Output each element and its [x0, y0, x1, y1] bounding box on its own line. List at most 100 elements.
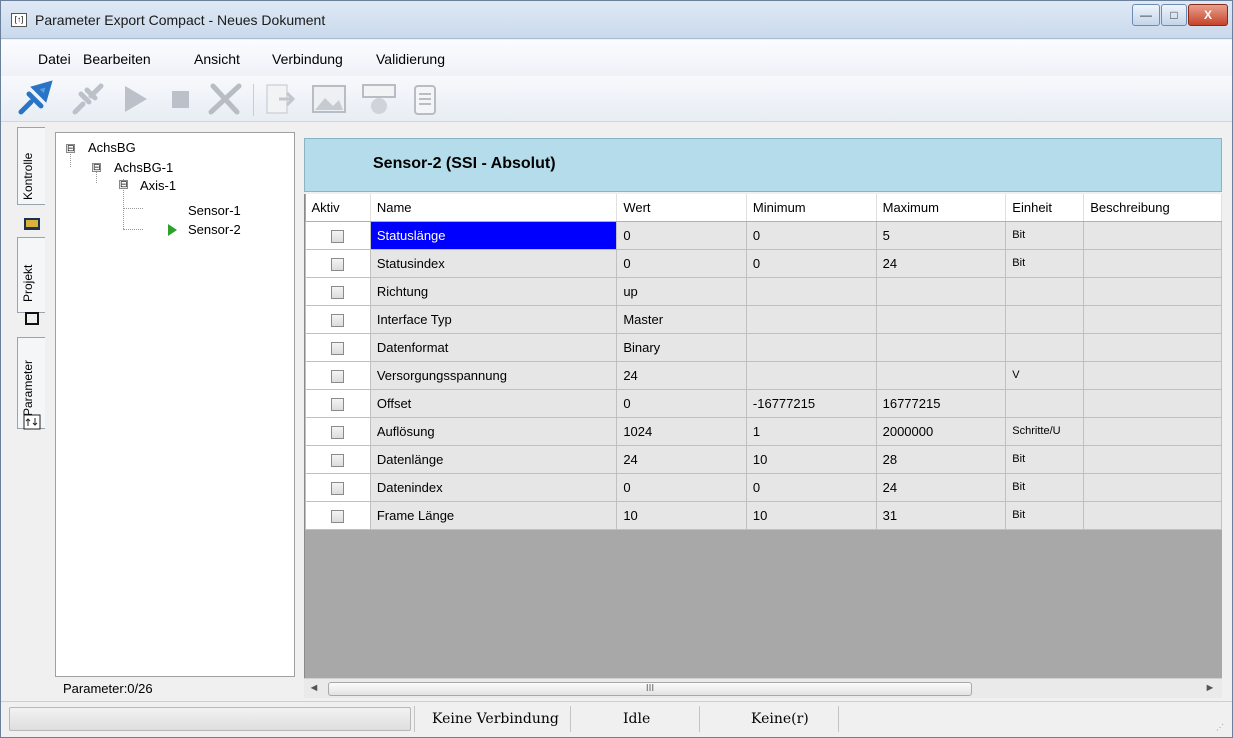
cell-wert[interactable]: 10: [616, 500, 747, 530]
cell-maximum[interactable]: [875, 360, 1007, 390]
cell-name[interactable]: Interface Typ: [369, 304, 618, 334]
tree-node-achsbg[interactable]: AchsBG: [88, 140, 136, 155]
tree-node-axis-1[interactable]: Axis-1: [140, 178, 176, 193]
tree-expander-axis-1[interactable]: ⊟: [119, 180, 128, 189]
aktiv-checkbox[interactable]: [305, 332, 371, 362]
cell-minimum[interactable]: 0: [745, 248, 877, 278]
cell-beschreibung[interactable]: [1083, 500, 1222, 530]
cell-einheit[interactable]: [1005, 388, 1085, 418]
cell-wert[interactable]: 0: [616, 220, 747, 250]
cell-name[interactable]: Datenindex: [369, 472, 618, 502]
cell-beschreibung[interactable]: [1083, 444, 1222, 474]
cell-maximum[interactable]: 24: [875, 472, 1007, 502]
tree-node-sensor-2[interactable]: Sensor-2: [188, 222, 241, 237]
cell-wert[interactable]: 0: [616, 248, 747, 278]
cell-minimum[interactable]: -16777215: [745, 388, 877, 418]
tree-node-achsbg-1[interactable]: AchsBG-1: [114, 160, 173, 175]
aktiv-checkbox[interactable]: [305, 444, 371, 474]
table-row[interactable]: Offset 0 -16777215 16777215: [305, 388, 1222, 418]
cell-einheit[interactable]: Bit: [1005, 248, 1085, 278]
cell-name[interactable]: Offset: [369, 388, 618, 418]
aktiv-checkbox[interactable]: [305, 304, 371, 334]
cell-wert[interactable]: 24: [616, 444, 747, 474]
cell-beschreibung[interactable]: [1083, 360, 1222, 390]
cell-wert[interactable]: Binary: [616, 332, 747, 362]
checkbox[interactable]: [331, 369, 345, 383]
cell-wert[interactable]: up: [616, 276, 747, 306]
checkbox[interactable]: [331, 509, 345, 523]
aktiv-checkbox[interactable]: [305, 472, 371, 502]
cell-wert[interactable]: Master: [616, 304, 747, 334]
cell-beschreibung[interactable]: [1083, 388, 1222, 418]
checkbox[interactable]: [331, 341, 345, 355]
table-row[interactable]: Statuslänge 0 0 5 Bit: [305, 220, 1222, 250]
checkbox[interactable]: [331, 229, 345, 243]
menu-ansicht[interactable]: Ansicht: [194, 51, 240, 67]
aktiv-checkbox[interactable]: [305, 360, 371, 390]
cell-maximum[interactable]: [875, 304, 1007, 334]
cell-beschreibung[interactable]: [1083, 304, 1222, 334]
tab-parameter[interactable]: Parameter: [17, 337, 45, 430]
tab-kontrolle[interactable]: Kontrolle: [17, 127, 45, 230]
aktiv-checkbox[interactable]: [305, 416, 371, 446]
stop-icon[interactable]: [161, 80, 201, 118]
checkbox[interactable]: [331, 397, 345, 411]
cell-name[interactable]: Datenlänge: [369, 444, 618, 474]
cell-name[interactable]: Datenformat: [369, 332, 618, 362]
table-row[interactable]: Datenlänge 24 10 28 Bit: [305, 444, 1222, 474]
cell-name[interactable]: Statusindex: [369, 248, 618, 278]
cell-minimum[interactable]: 0: [745, 220, 877, 250]
cell-einheit[interactable]: V: [1005, 360, 1085, 390]
menu-validierung[interactable]: Validierung: [376, 51, 445, 67]
menu-datei[interactable]: Datei: [38, 51, 71, 67]
cell-einheit[interactable]: [1005, 304, 1085, 334]
column-header-maximum[interactable]: Maximum: [876, 194, 1007, 222]
cell-maximum[interactable]: [875, 276, 1007, 306]
cell-beschreibung[interactable]: [1083, 472, 1222, 502]
cell-einheit[interactable]: [1005, 276, 1085, 306]
cell-maximum[interactable]: 16777215: [875, 388, 1007, 418]
cell-name[interactable]: Versorgungsspannung: [369, 360, 618, 390]
cell-name[interactable]: Richtung: [369, 276, 618, 306]
device-icon[interactable]: [359, 80, 399, 118]
cell-maximum[interactable]: 28: [875, 444, 1007, 474]
cell-minimum[interactable]: 10: [745, 444, 877, 474]
cell-wert[interactable]: 1024: [616, 416, 747, 446]
checkbox[interactable]: [331, 481, 345, 495]
cell-maximum[interactable]: [875, 332, 1007, 362]
checkbox[interactable]: [331, 453, 345, 467]
cell-beschreibung[interactable]: [1083, 276, 1222, 306]
cell-maximum[interactable]: 31: [875, 500, 1007, 530]
cell-beschreibung[interactable]: [1083, 248, 1222, 278]
cell-maximum[interactable]: 5: [875, 220, 1007, 250]
cell-einheit[interactable]: Bit: [1005, 220, 1085, 250]
checkbox[interactable]: [331, 257, 345, 271]
cell-beschreibung[interactable]: [1083, 332, 1222, 362]
tools-icon[interactable]: [205, 80, 245, 118]
table-row[interactable]: Auflösung 1024 1 2000000 Schritte/U: [305, 416, 1222, 446]
table-row[interactable]: Statusindex 0 0 24 Bit: [305, 248, 1222, 278]
resize-grip-icon[interactable]: ⋰: [1216, 723, 1226, 733]
aktiv-checkbox[interactable]: [305, 388, 371, 418]
table-row[interactable]: Datenformat Binary: [305, 332, 1222, 362]
menu-bearbeiten[interactable]: Bearbeiten: [83, 51, 151, 67]
cell-minimum[interactable]: 0: [745, 472, 877, 502]
aktiv-checkbox[interactable]: [305, 500, 371, 530]
image-icon[interactable]: [309, 80, 349, 118]
tab-projekt[interactable]: Projekt: [17, 237, 45, 325]
minimize-button[interactable]: —: [1132, 4, 1160, 26]
cell-beschreibung[interactable]: [1083, 416, 1222, 446]
scroll-left-icon[interactable]: ◄: [308, 682, 320, 694]
checkbox[interactable]: [331, 285, 345, 299]
cell-wert[interactable]: 0: [616, 472, 747, 502]
tree-expander-achsbg-1[interactable]: ⊟: [92, 163, 101, 172]
column-header-minimum[interactable]: Minimum: [746, 194, 877, 222]
tree-expander-achsbg[interactable]: ⊟: [66, 144, 75, 153]
cell-wert[interactable]: 24: [616, 360, 747, 390]
cell-einheit[interactable]: Schritte/U: [1005, 416, 1085, 446]
cell-minimum[interactable]: 1: [745, 416, 877, 446]
maximize-button[interactable]: □: [1161, 4, 1187, 26]
cell-beschreibung[interactable]: [1083, 220, 1222, 250]
scrollbar-thumb[interactable]: III: [328, 682, 972, 696]
cell-einheit[interactable]: Bit: [1005, 500, 1085, 530]
